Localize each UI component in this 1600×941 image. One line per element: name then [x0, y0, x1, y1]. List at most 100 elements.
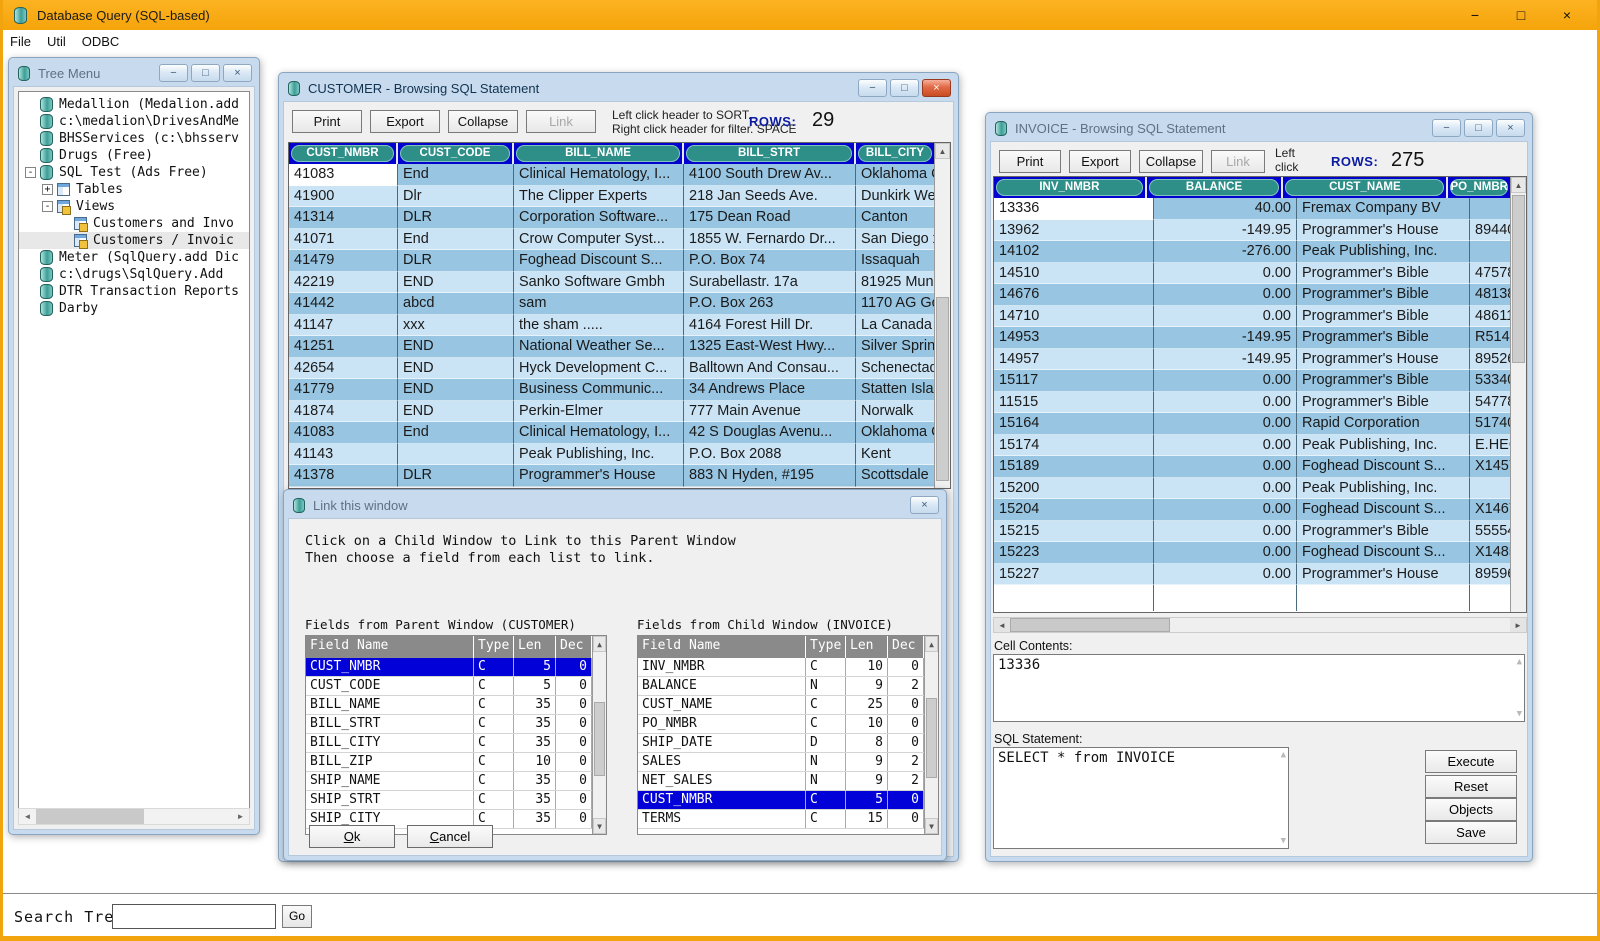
- grid-cell[interactable]: 13962: [994, 220, 1154, 242]
- maximize-button[interactable]: □: [1464, 119, 1493, 137]
- grid-cell[interactable]: 11515: [994, 392, 1154, 414]
- field-row[interactable]: CUST_NAME C 25 0: [638, 696, 924, 715]
- field-type-cell[interactable]: C: [806, 791, 846, 809]
- grid-cell[interactable]: 0.00: [1154, 499, 1297, 521]
- go-button[interactable]: Go: [282, 905, 312, 928]
- field-len-cell[interactable]: 35: [514, 696, 556, 714]
- grid-cell[interactable]: 14710: [994, 306, 1154, 328]
- grid-cell[interactable]: 14953: [994, 327, 1154, 349]
- grid-cell[interactable]: 1855 W. Fernardo Dr...: [684, 229, 856, 251]
- tree-item[interactable]: DTR Transaction Reports: [19, 283, 249, 300]
- table-row[interactable]: 41143 Peak Publishing, Inc. P.O. Box 208…: [289, 444, 934, 466]
- grid-cell[interactable]: 0.00: [1154, 564, 1297, 586]
- table-row[interactable]: 41147 xxx the sham ..... 4164 Forest Hil…: [289, 315, 934, 337]
- field-row[interactable]: SHIP_NAME C 35 0: [306, 772, 592, 791]
- grid-cell[interactable]: P.O. Box 263: [684, 293, 856, 315]
- grid-cell[interactable]: National Weather Se...: [514, 336, 684, 358]
- grid-cell[interactable]: 41900: [289, 186, 398, 208]
- table-row[interactable]: 14510 0.00 Programmer's Bible 47578: [994, 263, 1510, 285]
- minimize-button[interactable]: −: [159, 64, 188, 82]
- grid-cell[interactable]: 14957: [994, 349, 1154, 371]
- grid-cell[interactable]: Schenectady: [856, 358, 934, 380]
- grid-cell[interactable]: Balltown And Consau...: [684, 358, 856, 380]
- grid-cell[interactable]: 41143: [289, 444, 398, 466]
- menu-odbc[interactable]: ODBC: [82, 34, 120, 49]
- table-row[interactable]: 41083 End Clinical Hematology, I... 42 S…: [289, 422, 934, 444]
- grid-cell[interactable]: Programmer's Bible: [1297, 306, 1470, 328]
- invoice-window-titlebar[interactable]: INVOICE - Browsing SQL Statement − □ ×: [989, 116, 1529, 141]
- grid-cell[interactable]: 15215: [994, 521, 1154, 543]
- field-type-cell[interactable]: C: [474, 696, 514, 714]
- close-button[interactable]: ×: [1544, 0, 1590, 30]
- grid-cell[interactable]: 42654: [289, 358, 398, 380]
- scrollbar-thumb[interactable]: [594, 702, 605, 777]
- grid-cell[interactable]: 15223: [994, 542, 1154, 564]
- table-row[interactable]: 41874 END Perkin-Elmer 777 Main Avenue N…: [289, 401, 934, 423]
- scrollbar-thumb[interactable]: [926, 698, 937, 778]
- grid-cell[interactable]: P.O. Box 2088: [684, 444, 856, 466]
- grid-cell[interactable]: 41874: [289, 401, 398, 423]
- grid-cell[interactable]: Clinical Hematology, I...: [514, 422, 684, 444]
- grid-cell[interactable]: -276.00: [1154, 241, 1297, 263]
- vertical-scrollbar[interactable]: ▲: [1510, 177, 1526, 612]
- field-type-cell[interactable]: C: [474, 753, 514, 771]
- table-row[interactable]: 41442 abcd sam P.O. Box 263 1170 AG Gooh…: [289, 293, 934, 315]
- column-header[interactable]: BALANCE: [1147, 177, 1284, 198]
- tree-item[interactable]: Customers / Invoic: [19, 232, 249, 249]
- tree-item-label[interactable]: DTR Transaction Reports: [59, 284, 239, 299]
- scrollbar-track[interactable]: [925, 652, 938, 818]
- tree-item-label[interactable]: Meter (SqlQuery.add Dic: [59, 250, 239, 265]
- field-type-cell[interactable]: C: [806, 658, 846, 676]
- grid-cell[interactable]: 15164: [994, 413, 1154, 435]
- field-type-cell[interactable]: C: [474, 772, 514, 790]
- reset-button[interactable]: Reset: [1425, 775, 1517, 798]
- grid-cell[interactable]: Statten Island: [856, 379, 934, 401]
- field-len-cell[interactable]: 10: [514, 753, 556, 771]
- grid-cell[interactable]: 894405: [1470, 220, 1510, 242]
- print-button[interactable]: Print: [999, 150, 1061, 173]
- table-row[interactable]: 42654 END Hyck Development C... Balltown…: [289, 358, 934, 380]
- grid-cell[interactable]: 41378: [289, 465, 398, 487]
- scroll-left-button[interactable]: ◄: [994, 618, 1010, 632]
- tree-item[interactable]: SQL Test (Ads Free): [19, 164, 249, 181]
- tree-item[interactable]: Meter (SqlQuery.add Dic: [19, 249, 249, 266]
- field-row[interactable]: BALANCE N 9 2: [638, 677, 924, 696]
- grid-cell[interactable]: Programmer's Bible: [1297, 263, 1470, 285]
- grid-cell[interactable]: X14850JA: [1470, 542, 1510, 564]
- close-button[interactable]: ×: [1496, 119, 1525, 137]
- field-dec-cell[interactable]: 0: [888, 696, 924, 714]
- grid-cell[interactable]: Surabellastr. 17a: [684, 272, 856, 294]
- ok-button[interactable]: Ok: [309, 825, 395, 848]
- scrollbar-thumb[interactable]: [36, 809, 144, 824]
- table-row[interactable]: 15189 0.00 Foghead Discount S... X14578J…: [994, 456, 1510, 478]
- field-len-cell[interactable]: 25: [846, 696, 888, 714]
- field-len-cell[interactable]: 35: [514, 715, 556, 733]
- cancel-button[interactable]: Cancel: [407, 825, 493, 848]
- column-header[interactable]: CUST_NMBR: [289, 143, 398, 164]
- field-len-cell[interactable]: 35: [514, 772, 556, 790]
- grid-cell[interactable]: Programmer's Bible: [1297, 392, 1470, 414]
- grid-cell[interactable]: Scottsdale: [856, 465, 934, 487]
- field-len-cell[interactable]: 10: [846, 658, 888, 676]
- collapse-button[interactable]: Collapse: [1139, 150, 1203, 173]
- grid-cell[interactable]: 777 Main Avenue: [684, 401, 856, 423]
- grid-cell[interactable]: 0.00: [1154, 306, 1297, 328]
- grid-cell[interactable]: X14578JA: [1470, 456, 1510, 478]
- grid-cell[interactable]: END: [398, 358, 514, 380]
- grid-cell[interactable]: 41251: [289, 336, 398, 358]
- table-row[interactable]: 15200 0.00 Peak Publishing, Inc.: [994, 478, 1510, 500]
- sql-statement-box[interactable]: SELECT * from INVOICE ▲ ▼: [993, 747, 1289, 849]
- customer-window-titlebar[interactable]: CUSTOMER - Browsing SQL Statement − □ ×: [282, 76, 955, 101]
- grid-cell[interactable]: 13336: [994, 198, 1154, 220]
- scrollbar-thumb[interactable]: [1512, 195, 1525, 363]
- field-row[interactable]: CUST_NMBR C 5 0: [638, 791, 924, 810]
- column-header[interactable]: BILL_STRT: [684, 143, 856, 164]
- grid-cell[interactable]: 0.00: [1154, 413, 1297, 435]
- tree-item-label[interactable]: Medallion (Medalion.add: [59, 97, 239, 112]
- grid-cell[interactable]: 81925 Munich, Germ: [856, 272, 934, 294]
- grid-cell[interactable]: 15204: [994, 499, 1154, 521]
- table-row[interactable]: 14953 -149.95 Programmer's Bible R51434: [994, 327, 1510, 349]
- field-dec-cell[interactable]: 0: [556, 677, 592, 695]
- column-header[interactable]: CUST_NAME: [1283, 177, 1448, 198]
- close-button[interactable]: ×: [910, 496, 939, 514]
